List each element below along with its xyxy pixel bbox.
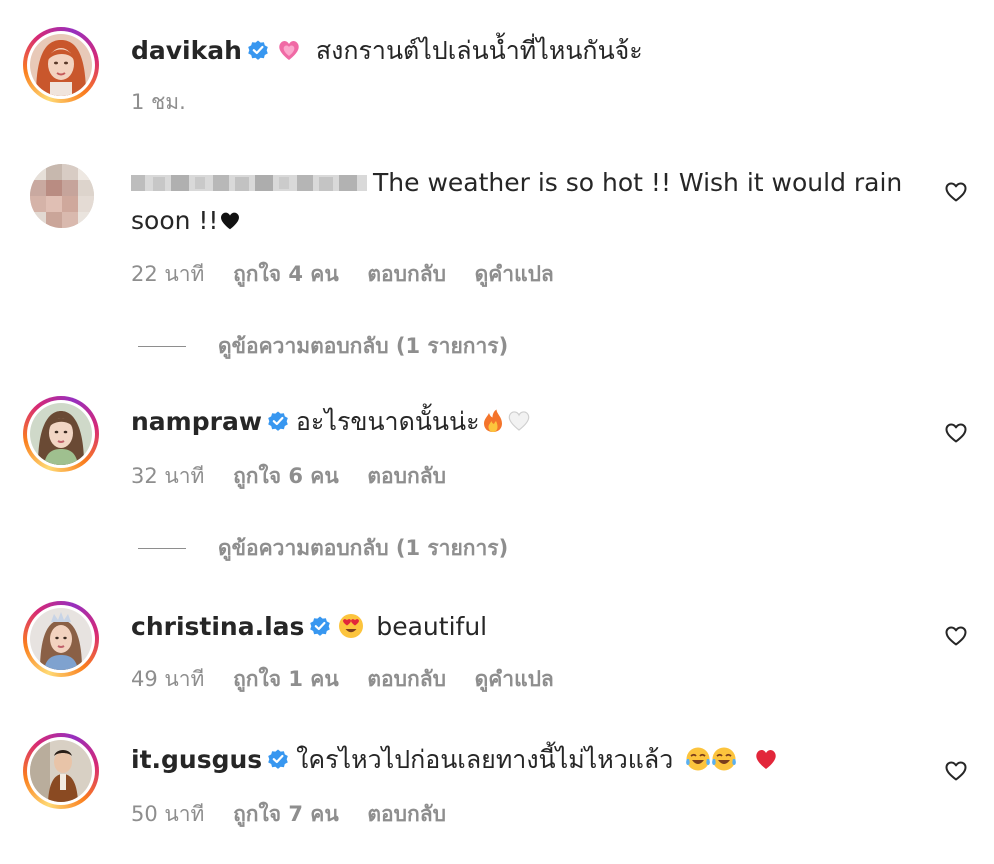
comment-meta: 32 นาที ถูกใจ 6 คน ตอบกลับ [131,460,468,493]
comment-christina-las: christina.las beautiful 49 นาที ถูกใจ 1 … [0,596,994,706]
comment-time[interactable]: 50 นาที [131,802,204,826]
avatar-photo [30,740,92,802]
comment-text-line: soon !! [131,202,242,240]
username[interactable]: davikah [131,36,242,65]
divider-line [138,548,186,549]
comment-text-line: nampraw อะไรขนาดนั้นน่ะ [131,403,532,441]
avatar-inner [27,605,95,673]
likes-count[interactable]: ถูกใจ 7 คน [233,802,339,826]
comment-text: อะไรขนาดนั้นน่ะ [295,407,480,436]
comment-text: The weather is so hot !! Wish it would r… [373,168,903,197]
avatar-nampraw[interactable] [23,396,99,472]
comment-text-line: The weather is so hot !! Wish it would r… [131,164,902,202]
comment-meta: 50 นาที ถูกใจ 7 คน ตอบกลับ [131,798,468,831]
verified-badge-icon [310,616,331,636]
comment-time[interactable]: 22 นาที [131,262,204,286]
fire-emoji-icon [483,409,502,432]
likes-count[interactable]: ถูกใจ 6 คน [233,464,339,488]
avatar-inner [27,31,95,99]
username[interactable]: nampraw [131,407,262,436]
tears-of-joy-emoji-icon [712,747,737,771]
comment-time[interactable]: 32 นาที [131,464,204,488]
comment-meta: 22 นาที ถูกใจ 4 คน ตอบกลับ ดูคำแปล [131,258,576,291]
comment-time[interactable]: 1 ชม. [131,90,186,114]
avatar-it-gusgus[interactable] [23,733,99,809]
translate-button[interactable]: ดูคำแปล [475,262,554,286]
comment-it-gusgus: it.gusgus ใครไหวไปก่อนเลยทางนี้ไม่ไหวแล้ว… [0,728,994,864]
avatar-blurred[interactable] [30,164,94,228]
comment-text-line: davikah สงกรานต์ไปเล่นน้ำที่ไหนกันจ้ะ [131,32,643,70]
view-replies-button[interactable]: ดูข้อความตอบกลับ (1 รายการ) [138,532,508,565]
translate-button[interactable]: ดูคำแปล [475,667,554,691]
growing-heart-emoji-icon [279,41,299,60]
verified-badge-icon [268,749,288,769]
avatar-photo [30,608,92,670]
likes-count[interactable]: ถูกใจ 4 คน [233,262,339,286]
comment-text: สงกรานต์ไปเล่นน้ำที่ไหนกันจ้ะ [315,36,643,65]
comment-text: soon !! [131,206,219,235]
comment-text: ใครไหวไปก่อนเลยทางนี้ไม่ไหวแล้ว [296,745,674,774]
avatar-christina-las[interactable] [23,601,99,677]
like-heart-icon[interactable] [944,180,968,204]
verified-badge-icon [248,40,268,60]
avatar-photo [30,34,92,96]
comment-item: The weather is so hot !! Wish it would r… [0,150,994,358]
white-heart-emoji-icon [508,411,529,431]
view-replies-label: ดูข้อความตอบกลับ (1 รายการ) [218,334,509,358]
view-replies-button[interactable]: ดูข้อความตอบกลับ (1 รายการ) [138,330,508,363]
comment-time[interactable]: 49 นาที [131,667,204,691]
avatar-inner [27,737,95,805]
blurred-username[interactable] [131,171,367,193]
avatar-photo [30,403,92,465]
like-heart-icon[interactable] [944,624,968,648]
reply-button[interactable]: ตอบกลับ [367,262,446,286]
username[interactable]: it.gusgus [131,745,262,774]
avatar-davikah[interactable] [23,27,99,103]
comment-text-line: christina.las beautiful [131,608,487,646]
comment-nampraw: nampraw อะไรขนาดนั้นน่ะ 32 นาที ถูกใจ 6 ค… [0,390,994,560]
comment-text-line: it.gusgus ใครไหวไปก่อนเลยทางนี้ไม่ไหวแล้ว [131,741,779,779]
reply-button[interactable]: ตอบกลับ [367,802,446,826]
divider-line [138,346,186,347]
comment-meta: 49 นาที ถูกใจ 1 คน ตอบกลับ ดูคำแปล [131,663,576,696]
like-heart-icon[interactable] [944,759,968,783]
reply-button[interactable]: ตอบกลับ [367,667,446,691]
verified-badge-icon [268,411,288,431]
view-replies-label: ดูข้อความตอบกลับ (1 รายการ) [218,536,509,560]
like-heart-icon[interactable] [944,421,968,445]
likes-count[interactable]: ถูกใจ 1 คน [233,667,339,691]
avatar-inner [27,400,95,468]
comment-meta: 1 ชม. [131,86,208,119]
black-heart-emoji-icon [221,212,240,230]
comment-text: beautiful [376,612,488,641]
username[interactable]: christina.las [131,612,304,641]
tears-of-joy-emoji-icon [686,747,711,771]
comment-davikah: davikah สงกรานต์ไปเล่นน้ำที่ไหนกันจ้ะ 1 … [0,0,994,120]
heart-eyes-emoji-icon [339,614,364,638]
red-heart-emoji-icon [756,750,776,769]
reply-button[interactable]: ตอบกลับ [367,464,446,488]
